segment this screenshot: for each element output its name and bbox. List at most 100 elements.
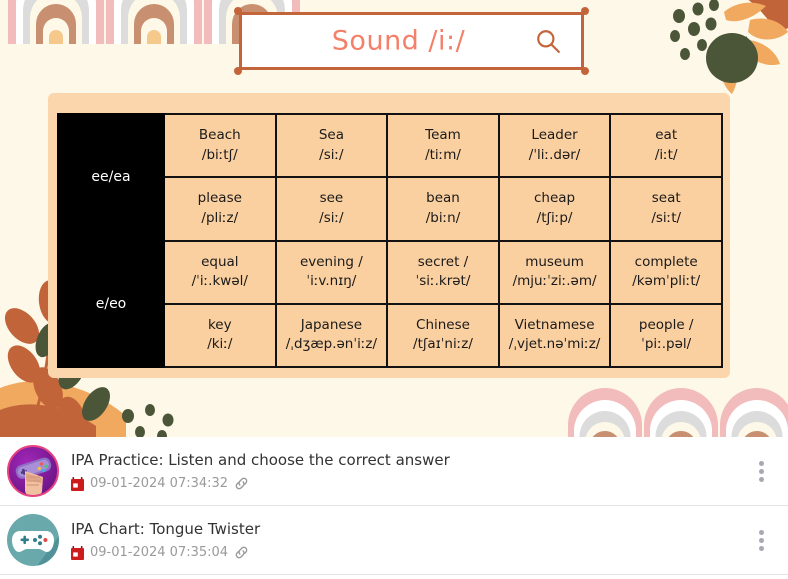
calendar-icon: [71, 545, 84, 560]
cell-ipa: /siː/: [319, 146, 344, 163]
arch-ring: [49, 30, 63, 44]
list-item-content: IPA Chart: Tongue Twister 09-01-2024 07:…: [71, 520, 750, 560]
table-cell: Vietnamese /ˌvjet.nəˈmiːz/: [497, 302, 612, 369]
table-cell: seat /siːt/: [609, 176, 723, 242]
list-item-title[interactable]: IPA Chart: Tongue Twister: [71, 520, 750, 538]
table-cell: cheap /tʃiːp/: [497, 176, 612, 242]
cell-ipa: /biːn/: [425, 209, 461, 226]
cell-ipa: ˈpiː.pəl/: [641, 336, 692, 353]
cell-ipa: /pliːz/: [201, 209, 239, 226]
page-root: Sound /i:/ ee/ea Beach /biːtʃ/ Sea /siː/…: [0, 0, 788, 579]
list-item-content: IPA Practice: Listen and choose the corr…: [71, 451, 750, 491]
cell-ipa: /biːtʃ/: [201, 146, 238, 163]
list-item-date: 09-01-2024 07:34:32: [90, 476, 229, 491]
search-bar[interactable]: Sound /i:/: [234, 7, 589, 75]
kebab-menu-icon[interactable]: [750, 460, 772, 482]
row-header-e-eo: e/eo: [57, 239, 165, 368]
cell-word: Leader: [531, 127, 578, 144]
cell-ipa: ˈiːv.nɪŋ/: [306, 273, 357, 290]
cell-word: bean: [426, 190, 460, 207]
table-cell: equal /ˈiː.kwəl/: [163, 239, 277, 305]
gamepad-fist-avatar: [7, 445, 59, 497]
cell-ipa: /tiːm/: [425, 146, 461, 163]
cell-ipa: /ˈliː.dər/: [528, 146, 581, 163]
list-item[interactable]: IPA Practice: Listen and choose the corr…: [0, 437, 788, 506]
table-cell: Japanese /ˌdʒæp.ənˈiːz/: [274, 302, 389, 369]
cell-ipa: /siːt/: [651, 209, 682, 226]
list-item[interactable]: IPA Chart: Tongue Twister 09-01-2024 07:…: [0, 506, 788, 575]
kebab-dot: [758, 529, 764, 535]
table-cell: Chinese /tʃaɪˈniːz/: [386, 302, 500, 369]
table-cell: see /siː/: [274, 176, 389, 242]
table-cell: secret / ˈsiː.krət/: [386, 239, 500, 305]
kebab-menu-icon[interactable]: [750, 529, 772, 551]
corner-dot: [234, 7, 242, 15]
arch-shape: [720, 388, 788, 437]
kebab-dot: [758, 460, 764, 466]
gamepad-avatar: [7, 514, 59, 566]
cell-word: equal: [201, 253, 239, 270]
list-item-title[interactable]: IPA Practice: Listen and choose the corr…: [71, 451, 750, 469]
activity-list: IPA Practice: Listen and choose the corr…: [0, 437, 788, 579]
search-input[interactable]: Sound /i:/: [239, 12, 584, 70]
arch-ring: [147, 30, 161, 44]
corner-dot: [581, 67, 589, 75]
table-cell: key /kiː/: [163, 302, 277, 369]
table-row: e/eo equal /ˈiː.kwəl/ evening / ˈiːv.nɪŋ…: [57, 239, 723, 368]
kebab-dot: [758, 537, 764, 543]
corner-dot: [581, 7, 589, 15]
ipa-poster: Sound /i:/ ee/ea Beach /biːtʃ/ Sea /siː/…: [0, 0, 788, 437]
cell-ipa: /ˌdʒæp.ənˈiːz/: [285, 336, 378, 353]
table-cell: Leader /ˈliː.dər/: [497, 112, 612, 179]
table-cell: evening / ˈiːv.nɪŋ/: [274, 239, 389, 305]
cell-word: museum: [525, 253, 584, 270]
kebab-dot: [758, 545, 764, 551]
cell-word: Sea: [318, 127, 344, 144]
ipa-word-table: ee/ea Beach /biːtʃ/ Sea /siː/ Team /tiːm…: [57, 112, 723, 369]
cell-word: Beach: [198, 127, 241, 144]
calendar-icon: [71, 476, 84, 491]
cell-word: Vietnamese: [514, 316, 595, 333]
table-cell: please /pliːz/: [163, 176, 277, 242]
cell-ipa: /tʃiːp/: [536, 209, 573, 226]
kebab-dot: [758, 476, 764, 482]
table-cell: Team /tiːm/: [386, 112, 500, 179]
cell-word: people /: [638, 316, 694, 333]
list-item-meta: 09-01-2024 07:35:04: [71, 545, 750, 560]
table-cell: eat /iːt/: [609, 112, 723, 179]
cell-ipa: /iːt/: [654, 146, 678, 163]
cell-word: see: [319, 190, 344, 207]
cell-ipa: /kəmˈpliːt/: [632, 273, 701, 290]
table-cell: museum /mjuːˈziː.əm/: [497, 239, 612, 305]
cell-word: evening /: [299, 253, 363, 270]
cell-ipa: /ˈiː.kwəl/: [191, 273, 248, 290]
arch-shape: [8, 0, 104, 44]
table-cell: Sea /siː/: [274, 112, 389, 179]
search-icon[interactable]: [535, 28, 561, 54]
list-item-date: 09-01-2024 07:35:04: [90, 545, 229, 560]
cell-word: key: [207, 316, 232, 333]
link-icon[interactable]: [234, 545, 249, 560]
cell-ipa: ˈsiː.krət/: [415, 273, 471, 290]
cell-word: please: [197, 190, 242, 207]
arch-shape: [106, 0, 202, 44]
arch-decoration-bottom-right: [568, 388, 788, 437]
cell-word: eat: [655, 127, 678, 144]
table-row: ee/ea Beach /biːtʃ/ Sea /siː/ Team /tiːm…: [57, 112, 723, 242]
table-cell: bean /biːn/: [386, 176, 500, 242]
cell-ipa: /ˌvjet.nəˈmiːz/: [508, 336, 601, 353]
cell-word: cheap: [534, 190, 576, 207]
cell-ipa: /tʃaɪˈniːz/: [413, 336, 473, 353]
table-cell: Beach /biːtʃ/: [163, 112, 277, 179]
list-item-meta: 09-01-2024 07:34:32: [71, 476, 750, 491]
cell-word: Japanese: [300, 316, 363, 333]
link-icon[interactable]: [234, 476, 249, 491]
cell-word: Team: [425, 127, 461, 144]
table-cell: complete /kəmˈpliːt/: [609, 239, 723, 305]
kebab-dot: [758, 468, 764, 474]
row-header-ee-ea: ee/ea: [57, 113, 165, 242]
cell-word: secret /: [417, 253, 469, 270]
cell-ipa: /kiː/: [207, 336, 233, 353]
arch-shape: [568, 388, 642, 437]
table-cell: people / ˈpiː.pəl/: [609, 302, 723, 369]
